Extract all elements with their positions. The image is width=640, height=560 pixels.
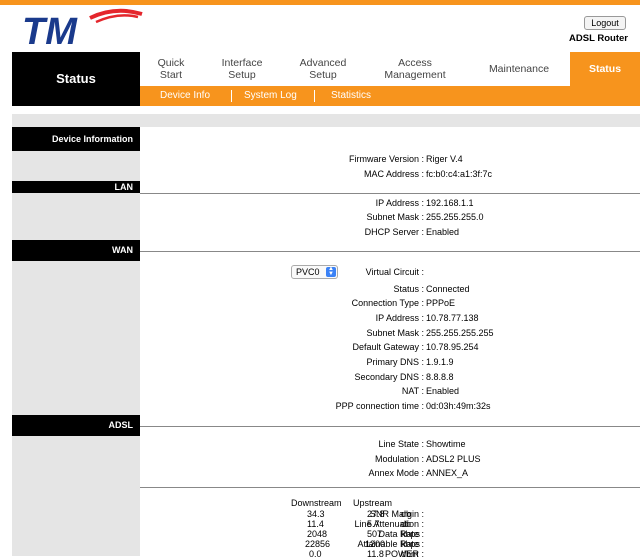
ppp-time-label: PPP connection time : (335, 401, 424, 411)
wan-mask-label: Subnet Mask : (366, 328, 424, 338)
secondary-dns-value: 8.8.8.8 (426, 372, 454, 382)
firmware-value: Riger V.4 (426, 154, 463, 164)
tab-quick-start[interactable]: Quick Start (140, 52, 202, 86)
section-divider (140, 251, 640, 252)
tab-label: Status (588, 63, 622, 75)
stat-upstream: 11.8 (367, 549, 384, 559)
subtab-divider (231, 90, 232, 102)
subtab-divider (314, 90, 315, 102)
tab-label: Quick Start (157, 57, 185, 81)
secondary-dns-label: Secondary DNS : (354, 372, 424, 382)
logout-button[interactable]: Logout (584, 16, 626, 30)
lan-mask-label: Subnet Mask : (366, 212, 424, 222)
tab-maintenance[interactable]: Maintenance (470, 52, 568, 86)
lan-ip-label: IP Address : (375, 198, 424, 208)
section-divider (140, 426, 640, 427)
virtual-circuit-label: Virtual Circuit : (365, 267, 424, 277)
primary-dns-row: Primary DNS : 1.9.1.9 (140, 355, 640, 369)
section-header-wan: WAN (12, 240, 140, 261)
line-state-row: Line State : Showtime (140, 437, 640, 451)
wan-mask-value: 255.255.255.255 (426, 328, 494, 338)
primary-dns-label: Primary DNS : (366, 357, 424, 367)
lan-mask-row: Subnet Mask : 255.255.255.0 (140, 210, 640, 224)
section-divider (140, 487, 640, 488)
tab-advanced-setup[interactable]: Advanced Setup (284, 52, 362, 86)
gateway-label: Default Gateway : (352, 342, 424, 352)
modulation-value: ADSL2 PLUS (426, 454, 481, 464)
section-divider (140, 193, 640, 194)
main-nav: Status Quick Start Interface Setup Advan… (12, 52, 640, 106)
line-state-value: Showtime (426, 439, 466, 449)
select-arrows-icon: ▲ ▼ (326, 266, 336, 277)
virtual-circuit-selected: PVC0 (296, 267, 320, 277)
content-top-bar (12, 114, 640, 127)
tab-label: Maintenance (488, 63, 550, 75)
virtual-circuit-select[interactable]: PVC0 ▲ ▼ (291, 265, 338, 279)
tab-access-management[interactable]: Access Management (368, 52, 462, 86)
subtab-system-log[interactable]: System Log (244, 86, 297, 106)
virtual-circuit-row: Virtual Circuit : (140, 265, 640, 279)
top-accent-stripe (0, 0, 640, 5)
dhcp-row: DHCP Server : Enabled (140, 225, 640, 239)
sub-nav: Device Info System Log Statistics (140, 86, 640, 106)
mac-label: MAC Address : (363, 169, 424, 179)
nat-label: NAT : (401, 386, 424, 396)
annex-row: Annex Mode : ANNEX_A (140, 466, 640, 480)
wan-status-row: Status : Connected (140, 282, 640, 296)
lan-ip-row: IP Address : 192.168.1.1 (140, 196, 640, 210)
secondary-dns-row: Secondary DNS : 8.8.8.8 (140, 370, 640, 384)
wan-ip-label: IP Address : (375, 313, 424, 323)
connection-type-row: Connection Type : PPPoE (140, 296, 640, 310)
connection-type-value: PPPoE (426, 298, 456, 308)
upstream-header: Upstream (353, 498, 393, 508)
wan-status-label: Status : (393, 284, 424, 294)
wan-status-value: Connected (426, 284, 470, 294)
downstream-header: Downstream (291, 498, 342, 508)
tab-status[interactable]: Status (570, 52, 640, 86)
section-header-lan: LAN (12, 181, 140, 193)
modulation-row: Modulation : ADSL2 PLUS (140, 452, 640, 466)
wan-mask-row: Subnet Mask : 255.255.255.255 (140, 326, 640, 340)
brand-mark: TM (22, 11, 78, 48)
subtab-device-info[interactable]: Device Info (160, 86, 210, 106)
wan-ip-row: IP Address : 10.78.77.138 (140, 311, 640, 325)
dhcp-value: Enabled (426, 227, 460, 237)
tab-interface-setup[interactable]: Interface Setup (207, 52, 277, 86)
device-name: ADSL Router (569, 33, 628, 44)
modulation-label: Modulation : (374, 454, 424, 464)
line-state-label: Line State : (378, 439, 424, 449)
tm-logo: TM (22, 8, 143, 48)
connection-type-label: Connection Type : (351, 298, 424, 308)
firmware-row: Firmware Version : Riger V.4 (140, 152, 640, 166)
annex-value: ANNEX_A (426, 468, 469, 478)
nav-current-section: Status (12, 52, 140, 106)
primary-dns-value: 1.9.1.9 (426, 357, 454, 367)
ppp-time-row: PPP connection time : 0d:03h:49m:32s (140, 399, 640, 413)
nat-row: NAT : Enabled (140, 384, 640, 398)
nat-value: Enabled (426, 386, 460, 396)
annex-label: Annex Mode : (368, 468, 424, 478)
stat-downstream: 0.0 (309, 549, 322, 559)
table-row: POWER : 0.0 11.8 dbm (140, 549, 640, 560)
subtab-statistics[interactable]: Statistics (331, 86, 371, 106)
tab-label: Advanced Setup (299, 57, 347, 81)
wan-ip-value: 10.78.77.138 (426, 313, 479, 323)
firmware-label: Firmware Version : (348, 154, 424, 164)
gateway-row: Default Gateway : 10.78.95.254 (140, 340, 640, 354)
gateway-value: 10.78.95.254 (426, 342, 479, 352)
mac-row: MAC Address : fc:b0:c4:a1:3f:7c (140, 167, 640, 181)
stat-unit: dbm (401, 549, 419, 559)
lan-ip-value: 192.168.1.1 (426, 198, 474, 208)
ppp-time-value: 0d:03h:49m:32s (426, 401, 491, 411)
lan-mask-value: 255.255.255.0 (426, 212, 484, 222)
tab-label: Interface Setup (221, 57, 263, 81)
dhcp-label: DHCP Server : (364, 227, 424, 237)
mac-value: fc:b0:c4:a1:3f:7c (426, 169, 493, 179)
tab-label: Access Management (384, 57, 446, 81)
section-header-adsl: ADSL (12, 415, 140, 436)
section-header-device-info: Device Information (12, 127, 140, 151)
